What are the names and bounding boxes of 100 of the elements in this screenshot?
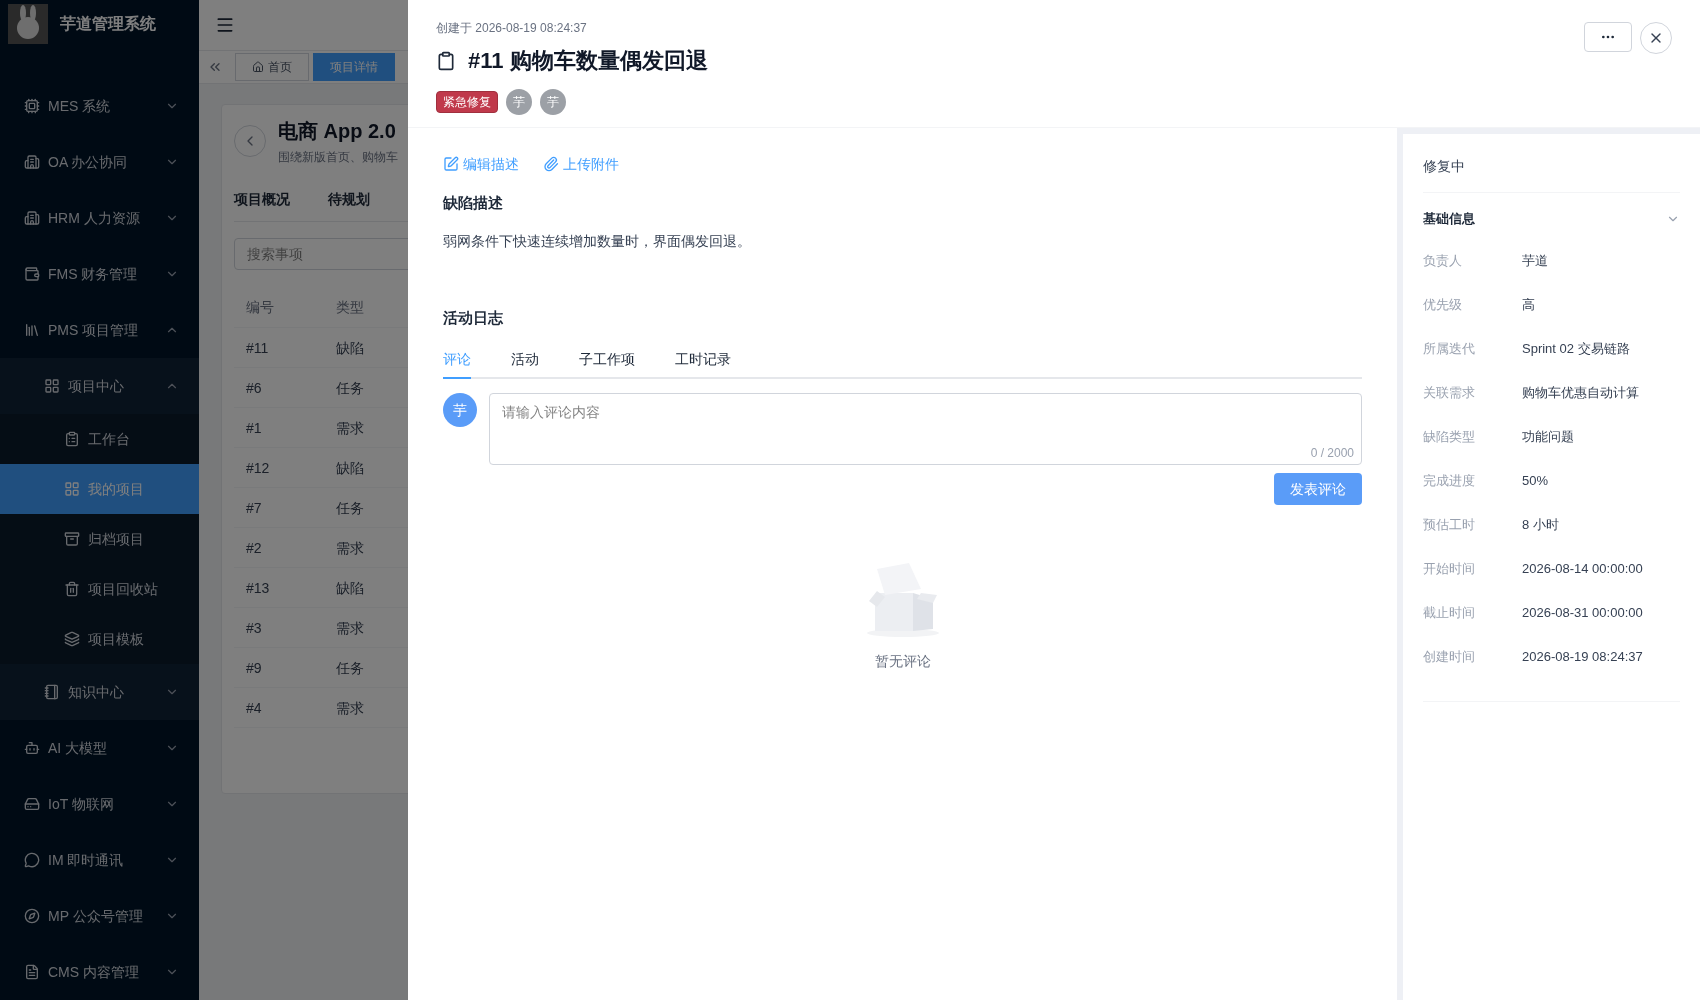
trash-icon (64, 581, 80, 597)
more-button[interactable] (1584, 22, 1632, 52)
activity-tab[interactable]: 工时记录 (675, 349, 731, 379)
sidebar-label: 项目中心 (68, 377, 125, 396)
table-cell-text: 需求 (336, 698, 365, 718)
empty-message: 暂无评论 (874, 652, 931, 671)
device-icon (24, 796, 40, 812)
table-cell-text: #13 (246, 578, 271, 598)
app-title: 芋道管理系统 (60, 14, 156, 34)
table-cell-text: 任务 (336, 378, 365, 398)
table-cell-text: #9 (246, 658, 263, 678)
sidebar-label: HRM 人力资源 (48, 209, 141, 228)
sidebar-item[interactable]: 项目模板 (0, 614, 199, 664)
sidebar-item[interactable]: 工作台 (0, 414, 199, 464)
column-header: 类型 (336, 297, 365, 317)
table-cell-text: #1 (246, 418, 263, 438)
table-cell-text: 需求 (336, 618, 365, 638)
grid-icon (64, 481, 80, 497)
table-cell-text: #4 (246, 698, 263, 718)
field-label: 截止时间 (1423, 603, 1476, 622)
building-icon (24, 154, 40, 170)
table-cell-text: #7 (246, 498, 263, 518)
building-icon (24, 210, 40, 226)
sidebar-item[interactable]: PMS 项目管理 (0, 302, 199, 358)
sidebar-item[interactable]: 归档项目 (0, 514, 199, 564)
section-title: 缺陷描述 (443, 193, 504, 213)
submit-comment-button[interactable]: 发表评论 (1274, 473, 1362, 505)
sidebar-label: MP 公众号管理 (48, 907, 144, 926)
archive-icon (64, 531, 80, 547)
field-label: 所属迭代 (1423, 339, 1476, 358)
sidebar-label: 我的项目 (88, 480, 144, 499)
character-counter: 0 / 2000 (1310, 445, 1354, 461)
sidebar-item[interactable]: AI 大模型 (0, 720, 199, 776)
field-value: 芋道 (1522, 251, 1548, 270)
field-value: 8 小时 (1522, 515, 1559, 534)
sidebar-label: 项目模板 (88, 630, 144, 649)
table-cell-text: 任务 (336, 498, 365, 518)
sidebar-item[interactable]: OA 办公协同 (0, 134, 199, 190)
sidebar-item[interactable]: 项目回收站 (0, 564, 199, 614)
status-label: 修复中 (1423, 134, 1680, 193)
activity-tab[interactable]: 评论 (443, 349, 471, 379)
field-label: 缺陷类型 (1423, 427, 1476, 446)
created-time: 创建于 2026-08-19 08:24:37 (436, 20, 588, 36)
clipboard-icon (436, 50, 456, 71)
menu-icon[interactable] (215, 15, 235, 35)
page-tab[interactable]: 首页 (235, 53, 309, 81)
notebook-icon (44, 684, 60, 700)
field-label: 预估工时 (1423, 515, 1476, 534)
field-value: Sprint 02 交易链路 (1522, 339, 1630, 358)
sidebar-label: IoT 物联网 (48, 795, 115, 814)
table-cell-text: #2 (246, 538, 263, 558)
sidebar-label: 归档项目 (88, 530, 144, 549)
field-value: 购物车优惠自动计算 (1522, 383, 1639, 402)
action-link[interactable]: 编辑描述 (443, 154, 519, 174)
sidebar-label: 知识中心 (68, 683, 125, 702)
table-cell-text: #12 (246, 458, 271, 478)
sidebar-item[interactable]: MP 公众号管理 (0, 888, 199, 944)
table-cell-text: 需求 (336, 418, 365, 438)
sidebar-item[interactable]: FMS 财务管理 (0, 246, 199, 302)
books-icon (24, 322, 40, 338)
sidebar-label: 工作台 (88, 430, 130, 449)
field-label: 创建时间 (1423, 647, 1476, 666)
priority-tag: 紧急修复 (436, 91, 498, 113)
project-tab[interactable]: 项目概况 (234, 189, 290, 209)
page-tab[interactable]: 项目详情 (313, 53, 395, 81)
project-tab[interactable]: 待规划 (328, 189, 370, 209)
sidebar-label: CMS 内容管理 (48, 963, 140, 982)
field-value: 2026-08-19 08:24:37 (1522, 647, 1643, 666)
sidebar-item[interactable]: IoT 物联网 (0, 776, 199, 832)
table-cell-text: 缺陷 (336, 338, 365, 358)
sidebar-item[interactable]: 知识中心 (0, 664, 199, 720)
sidebar-item[interactable]: CMS 内容管理 (0, 944, 199, 1000)
sidebar-item[interactable]: HRM 人力资源 (0, 190, 199, 246)
info-header[interactable]: 基础信息 (1423, 193, 1680, 239)
field-value: 功能问题 (1522, 427, 1574, 446)
sidebar-item[interactable]: 我的项目 (0, 464, 199, 514)
section-title: 活动日志 (443, 307, 504, 328)
sidebar-item[interactable]: 项目中心 (0, 358, 199, 414)
field-label: 负责人 (1423, 251, 1463, 270)
field-value: 2026-08-31 00:00:00 (1522, 603, 1643, 622)
template-icon (64, 631, 80, 647)
table-cell-text: #6 (246, 378, 263, 398)
table-cell-text: 缺陷 (336, 458, 365, 478)
chip-icon (24, 98, 40, 114)
user-avatar: 芋 (443, 393, 477, 427)
activity-tab[interactable]: 活动 (511, 349, 539, 379)
sidebar-item[interactable]: MES 系统 (0, 78, 199, 134)
field-label: 优先级 (1423, 295, 1463, 314)
sidebar-label: IM 即时通讯 (48, 851, 125, 870)
assignee-avatar: 芋 (506, 89, 532, 115)
column-header: 编号 (246, 297, 275, 317)
activity-tab[interactable]: 子工作项 (579, 349, 635, 379)
field-label: 开始时间 (1423, 559, 1476, 578)
sidebar-item[interactable]: IM 即时通讯 (0, 832, 199, 888)
sidebar-label: MES 系统 (48, 97, 112, 116)
field-value: 50% (1522, 471, 1549, 490)
chat-icon (24, 852, 40, 868)
action-link[interactable]: 上传附件 (543, 154, 619, 174)
field-value: 高 (1522, 295, 1535, 314)
table-cell-text: #3 (246, 618, 263, 638)
